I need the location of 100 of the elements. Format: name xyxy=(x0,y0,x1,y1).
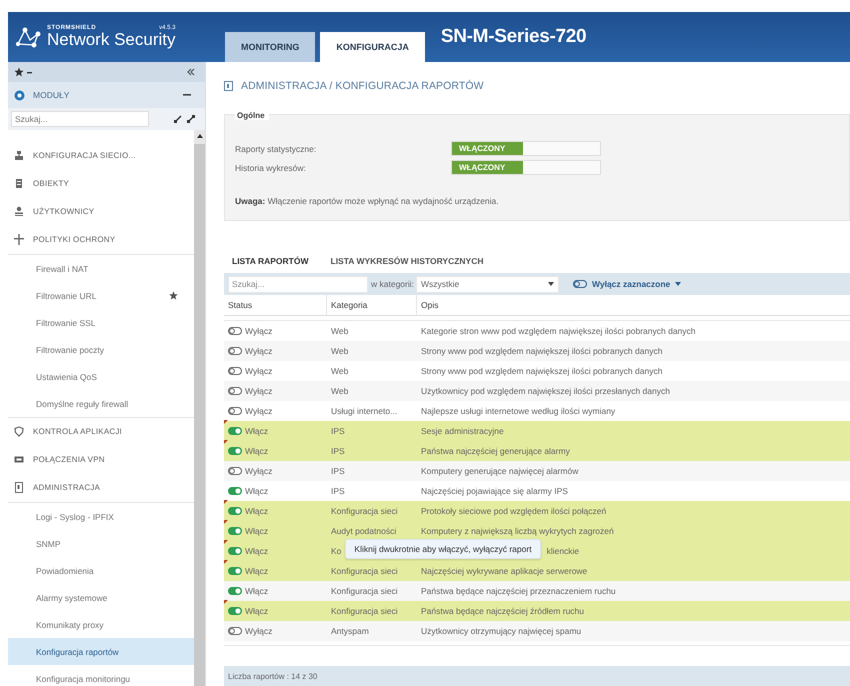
toggle-switch[interactable]: WŁĄCZONY xyxy=(451,141,601,156)
sidebar-subitem[interactable]: Filtrowanie SSL xyxy=(8,309,194,336)
table-row[interactable]: Wyłącz Web Kategorie stron www pod względem największej ilości pobranych danych xyxy=(224,321,850,341)
disable-selected-button[interactable]: Wyłącz zaznaczone xyxy=(567,278,688,290)
status-text: Wyłącz xyxy=(245,626,272,636)
table-cell-text: Audyt podatności xyxy=(330,526,398,536)
sidebar-item[interactable]: ADMINISTRACJA xyxy=(8,474,194,502)
sidebar-subitem[interactable]: Komunikaty proxy xyxy=(8,611,194,638)
table-cell-text: Najlepsze usługi internetowe według ilości wymiany xyxy=(420,406,616,416)
table-cell-text: Protokoły sieciowe pod względem ilości połączeń xyxy=(420,506,608,516)
toggle-off-icon xyxy=(573,280,587,288)
sidebar-subitem[interactable]: Domyślne reguły firewall xyxy=(8,390,194,417)
table-row[interactable]: Włącz Konfiguracja sieci Protokoły sieciowe pod względem ilości połączeń xyxy=(224,501,850,521)
sidebar-item[interactable]: POŁĄCZENIA VPN xyxy=(8,446,194,474)
setting-label: Historia wykresów: xyxy=(235,162,307,172)
sidebar-subitem[interactable]: Ustawienia QoS xyxy=(8,363,194,390)
list-tab[interactable]: LISTA WYKRESÓW HISTORYCZNYCH xyxy=(322,251,492,273)
table-row[interactable]: Włącz Konfiguracja sieci Państwa będące najczęściej źródłem ruchu xyxy=(224,601,850,621)
table-cell-text: Najczęściej pojawiające się alarmy IPS xyxy=(420,486,569,496)
vpn-icon xyxy=(14,454,24,465)
table-row[interactable]: Wyłącz Web Strony www pod względem największej ilości pobranych danych xyxy=(224,361,850,381)
table-cell-text: IPS xyxy=(330,466,346,476)
status-text: Włącz xyxy=(245,426,268,436)
search-field[interactable]: Szukaj... xyxy=(11,111,149,127)
list-tab[interactable]: LISTA RAPORTÓW xyxy=(224,251,316,273)
status-text: Wyłącz xyxy=(245,386,272,396)
sidebar-item[interactable]: KONTROLA APLIKACJI xyxy=(8,418,194,446)
table-cell-text: Konfiguracja sieci xyxy=(330,566,399,576)
table-cell-text: Web xyxy=(330,366,350,376)
expand-all-icon xyxy=(187,115,195,123)
sidebar-subitem[interactable]: Konfiguracja monitoringu xyxy=(8,665,194,686)
sidebar-subitem[interactable]: Alarmy systemowe xyxy=(8,584,194,611)
network-icon xyxy=(14,150,24,161)
setting-label: Raporty statystyczne: xyxy=(235,144,318,154)
list-icon xyxy=(14,178,24,189)
nav-tab[interactable]: KONFIGURACJA xyxy=(320,32,425,62)
table-cell-text: IPS xyxy=(330,426,346,436)
table-cell-text: klienckie xyxy=(546,546,580,556)
table-cell-text: IPS xyxy=(330,486,346,496)
sidebar-subitem[interactable]: Powiadomienia xyxy=(8,557,194,584)
caret-icon xyxy=(675,282,682,286)
table-cell-text: Użytkownicy otrzymujący najwięcej spamu xyxy=(420,626,582,636)
category-dropdown[interactable]: Wszystkie xyxy=(416,276,559,292)
table-row[interactable]: Wyłącz Web Użytkownicy pod względem największej ilości przesłanych danych xyxy=(224,381,850,401)
table-cell-text: Komputery z największą liczbą wykrytych zagrożeń xyxy=(420,526,615,536)
table-row[interactable]: Wyłącz Antyspam Użytkownicy otrzymujący najwięcej spamu xyxy=(224,621,850,641)
column-header[interactable]: Status xyxy=(224,295,327,315)
column-header[interactable]: Opis xyxy=(417,295,850,315)
table-row[interactable]: Włącz Konfiguracja sieci Państwa będące najczęściej przeznaczeniem ruchu xyxy=(224,581,850,601)
table-cell-text: Najczęściej wykrywane aplikacje serwerowe xyxy=(420,566,588,576)
sidebar-subitem[interactable]: Firewall i NAT xyxy=(8,255,194,282)
table-row[interactable]: Wyłącz Web Strony www pod względem największej ilości pobranych danych xyxy=(224,341,850,361)
network-logo-icon xyxy=(16,26,42,48)
table-row[interactable]: Wyłącz IPS Komputery generujące najwięcej alarmów xyxy=(224,461,850,481)
sidebar-subitem[interactable]: Konfiguracja raportów xyxy=(8,638,194,665)
tooltip: Kliknij dwukrotnie aby włączyć, wyłączyć raport xyxy=(345,539,541,559)
table-cell-text: Konfiguracja sieci xyxy=(330,586,399,596)
nav-tab[interactable]: MONITORING xyxy=(225,32,316,62)
table-row[interactable]: Włącz IPS Państwa najczęściej generujące alarmy xyxy=(224,441,850,461)
collapse-all-icon xyxy=(174,115,182,123)
sidebar-subitem[interactable]: Filtrowanie poczty xyxy=(8,336,194,363)
sidebar-item[interactable]: UŻYTKOWNICY xyxy=(8,198,194,226)
device-name: SN-M-Series-720 xyxy=(440,26,586,48)
table-cell-text: Strony www pod względem największej ilości pobranych danych xyxy=(420,346,664,356)
table-row[interactable]: Włącz IPS Najczęściej pojawiające się alarmy IPS xyxy=(224,481,850,501)
sidebar-subitem[interactable]: Filtrowanie URL xyxy=(8,282,194,309)
status-text: Wyłącz xyxy=(245,346,272,356)
document-icon xyxy=(224,81,233,91)
sidebar-item[interactable]: POLITYKI OCHRONY xyxy=(8,226,194,254)
sidebar-item[interactable]: OBIEKTY xyxy=(8,170,194,198)
star-icon xyxy=(14,67,24,77)
table-cell-text: Strony www pod względem największej ilości pobranych danych xyxy=(420,366,664,376)
search-field[interactable]: Szukaj... xyxy=(228,276,368,292)
collapse-icon xyxy=(187,68,195,76)
status-text: Włącz xyxy=(245,506,268,516)
table-row[interactable]: Wyłącz Usługi interneto... Najlepsze usługi internetowe według ilości wymiany xyxy=(224,401,850,421)
table-cell-text: Użytkownicy pod względem największej ilości przesłanych danych xyxy=(420,386,671,396)
column-header[interactable]: Kategoria xyxy=(327,295,417,315)
status-text: Włącz xyxy=(245,546,268,556)
table-cell-text: Komputery generujące najwięcej alarmów xyxy=(420,466,580,476)
document-icon xyxy=(14,482,24,493)
sidebar-subitem[interactable]: Logi - Syslog - IPFIX xyxy=(8,503,194,530)
sidebar-item[interactable]: KONFIGURACJA SIECIO... xyxy=(8,142,194,170)
table-row[interactable]: Włącz Konfiguracja sieci Najczęściej wykrywane aplikacje serwerowe xyxy=(224,561,850,581)
toggle-switch[interactable]: WŁĄCZONY xyxy=(451,160,601,175)
status-text: Wyłącz xyxy=(245,326,272,336)
table-row[interactable]: Włącz Ko Kliknij dwukrotnie aby włączyć, wyłączyć raport klienckie xyxy=(224,541,850,561)
user-icon xyxy=(14,206,24,217)
status-text: Wyłącz xyxy=(245,366,272,376)
table-cell-text: Konfiguracja sieci xyxy=(330,506,399,516)
table-cell-text: Ko xyxy=(330,546,342,556)
table-row[interactable]: Włącz Audyt podatności Komputery z największą liczbą wykrytych zagrożeń xyxy=(224,521,850,541)
sidebar-subitem[interactable]: SNMP xyxy=(8,530,194,557)
shield-icon xyxy=(14,426,24,437)
table-row[interactable]: Włącz IPS Sesje administracyjne xyxy=(224,421,850,441)
status-text: Włącz xyxy=(245,606,268,616)
modules-label: MODUŁY xyxy=(33,90,70,100)
table-cell-text: Państwa będące najczęściej źródłem ruchu xyxy=(420,606,586,616)
table-cell-text: Kategorie stron www pod względem największej ilości pobranych danych xyxy=(420,326,696,336)
status-text: Włącz xyxy=(245,566,268,576)
